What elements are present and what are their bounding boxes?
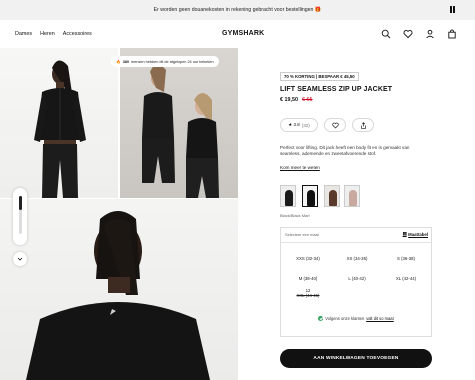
site-header: Dames Heren Accessoires GYMSHARK [0,20,475,48]
chevron-down-icon [17,257,23,261]
bag-icon[interactable] [447,29,457,39]
rating-value: ★ 3.8 [288,122,300,127]
product-photo-front[interactable] [0,48,118,198]
size-selector-heading: Selecteer een maat [285,232,319,237]
ruler-icon: ▤ [402,231,407,236]
share-button[interactable] [352,118,374,132]
heart-icon [331,122,339,128]
brand-logo[interactable]: GYMSHARK [222,30,264,37]
model-back-figure [26,211,210,380]
product-description: Perfect voor lifting. Dit jack heeft een… [280,145,410,157]
product-title: LIFT SEAMLESS ZIP UP JACKET [280,86,393,93]
color-swatch-selected[interactable] [302,185,318,207]
user-icon[interactable] [425,29,435,39]
fit-link[interactable]: valt dit so maat [366,316,394,321]
scroll-down-button[interactable] [13,252,27,266]
gallery-scrollbar[interactable] [13,188,27,245]
fit-text: Volgens onze klanten [325,316,365,321]
check-icon [318,316,324,321]
sale-price: € 19,50 [280,97,298,103]
wishlist-button[interactable] [324,118,346,132]
selected-color-label: Black/Black Marl [280,213,310,218]
heart-icon[interactable] [403,29,413,39]
size-option-sold-out[interactable]: 12 XXL (44-46) [283,288,333,298]
search-icon[interactable] [381,29,391,39]
size-option[interactable]: XXS (32-34) [283,256,333,261]
size-option[interactable]: XS (34-36) [332,256,382,261]
rating-button[interactable]: ★ 3.8 (32) [280,118,318,132]
divider [281,242,431,243]
color-swatch[interactable] [324,185,340,207]
nav-item-heren[interactable]: Heren [40,31,55,37]
nav-item-accessoires[interactable]: Accessoires [63,31,92,37]
gallery-scroll-thumb[interactable] [19,196,22,234]
urgency-count: 380 [122,59,130,64]
add-to-cart-button[interactable]: AAN WINKELWAGEN TOEVOEGEN [280,349,432,368]
announcement-banner: Er worden geen douanekosten in rekening … [0,0,475,20]
nav-item-dames[interactable]: Dames [15,31,32,37]
size-selector: Selecteer een maat ▤ Maattabel XXS (32-3… [280,227,432,337]
main-nav: Dames Heren Accessoires [15,31,92,37]
pause-icon[interactable] [450,6,455,13]
size-option[interactable]: M (38-40) [283,276,333,281]
fire-icon: 🔥 [116,60,121,64]
size-option[interactable]: L (40-42) [332,276,382,281]
color-swatch[interactable] [344,185,360,207]
price-block: € 19,50 € 65 [280,97,313,103]
urgency-text: mensen hebben dit de afgelopen 24 uur be… [131,59,214,64]
rating-count: (32) [301,122,310,128]
product-photo-group[interactable] [120,48,238,198]
urgency-badge: 🔥 380 mensen hebben dit de afgelopen 24 … [111,56,219,67]
size-table-link[interactable]: ▤ Maattabel [403,231,428,237]
size-option[interactable]: S (36-38) [381,256,431,261]
size-table-label: Maattabel [408,231,428,237]
model-figure [34,60,86,198]
read-more-link[interactable]: Kom meer te weten [280,165,320,170]
announcement-text: Er worden geen douanekosten in rekening … [153,7,322,13]
product-photo-back[interactable] [0,199,238,380]
models-figure [142,64,219,198]
fit-advice: Volgens onze klanten valt dit so maat [281,316,431,321]
size-option[interactable]: XL (42-44) [381,276,431,281]
discount-badge: 70 % KORTING | BESPAAR € 45,50 [280,72,359,81]
original-price: € 65 [302,97,313,103]
share-icon [360,121,366,129]
size-option-label: XXL (44-46) [296,293,320,299]
color-swatch[interactable] [280,185,296,207]
